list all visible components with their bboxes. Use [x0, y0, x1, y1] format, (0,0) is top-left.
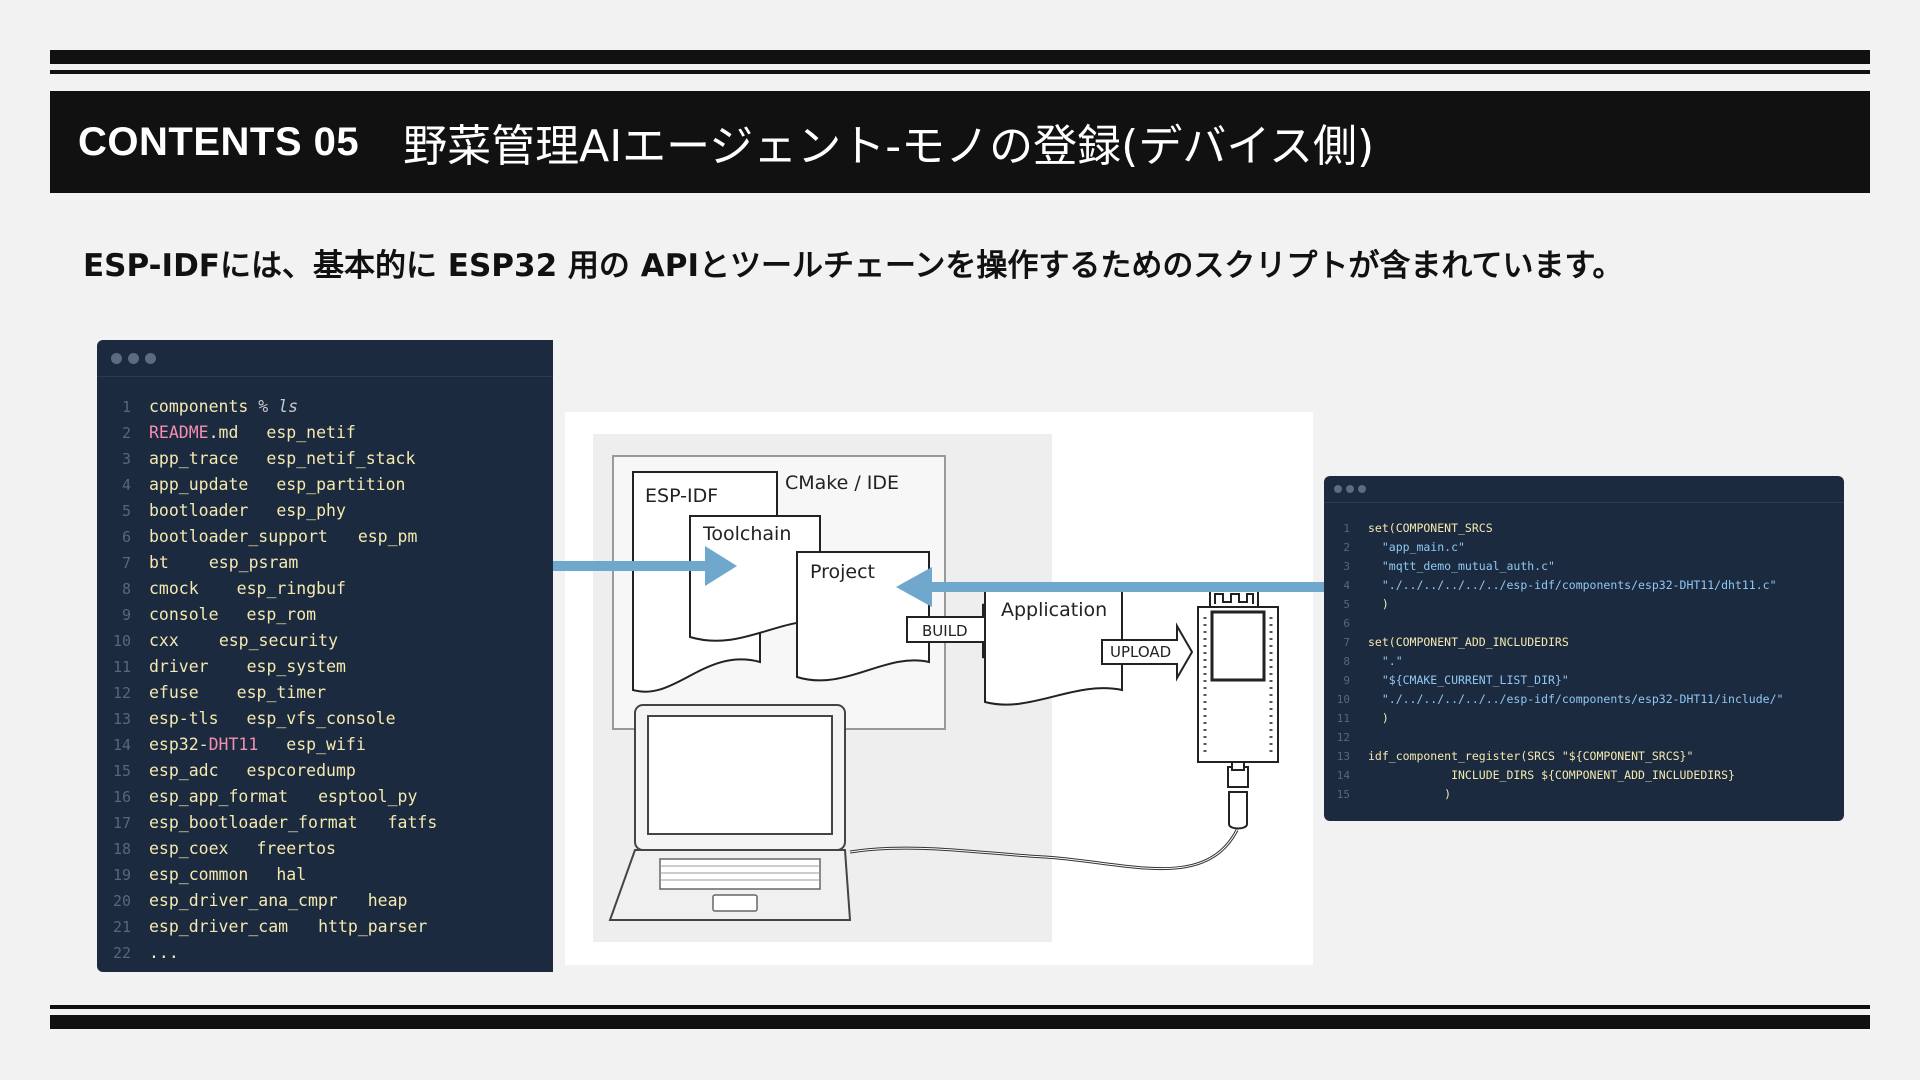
line-number: 9	[1343, 674, 1350, 687]
window-dot-icon	[1358, 485, 1366, 493]
code-text: set(COMPONENT_SRCS	[1368, 521, 1493, 535]
code-line: 7 set(COMPONENT_ADD_INCLUDEDIRS	[1324, 633, 1844, 652]
code-line: 5 )	[1324, 595, 1844, 614]
code-line: 3 "mqtt_demo_mutual_auth.c"	[1324, 557, 1844, 576]
code-text: "./../../../../../esp-idf/components/esp…	[1368, 692, 1784, 706]
line-number: 5	[1343, 598, 1350, 611]
code-text: )	[1368, 787, 1452, 801]
code-line: 8 "."	[1324, 652, 1844, 671]
line-number: 14	[1336, 769, 1350, 782]
line-number: 3	[1343, 560, 1350, 573]
code-line: 2 "app_main.c"	[1324, 538, 1844, 557]
code-line: 1 set(COMPONENT_SRCS	[1324, 519, 1844, 538]
code-text: )	[1368, 597, 1389, 611]
line-number: 8	[1343, 655, 1350, 668]
arrow-right-icon	[553, 546, 737, 586]
window-dot-icon	[1334, 485, 1342, 493]
code-line: 13 idf_component_register(SRCS "${COMPONE…	[1324, 747, 1844, 766]
code-text: "mqtt_demo_mutual_auth.c"	[1368, 559, 1555, 573]
line-number: 13	[1336, 750, 1350, 763]
line-number: 2	[1343, 541, 1350, 554]
line-number: 12	[1336, 731, 1350, 744]
code-panel: 1 set(COMPONENT_SRCS 2 "app_main.c" 3 "mqtt…	[1324, 476, 1844, 821]
line-number: 11	[1336, 712, 1350, 725]
code-line: 6	[1324, 614, 1844, 633]
line-number: 7	[1343, 636, 1350, 649]
code-text: "."	[1368, 654, 1403, 668]
code-text: set(COMPONENT_ADD_INCLUDEDIRS	[1368, 635, 1569, 649]
code-line: 4 "./../../../../../esp-idf/components/e…	[1324, 576, 1844, 595]
code-text: "app_main.c"	[1368, 540, 1465, 554]
code-text: "${CMAKE_CURRENT_LIST_DIR}"	[1368, 673, 1569, 687]
cmake-code: 1 set(COMPONENT_SRCS 2 "app_main.c" 3 "mqtt…	[1324, 503, 1844, 804]
line-number: 1	[1343, 522, 1350, 535]
code-text: )	[1368, 711, 1389, 725]
window-titlebar	[1324, 476, 1844, 503]
code-line: 14 INCLUDE_DIRS ${COMPONENT_ADD_INCLUDED…	[1324, 766, 1844, 785]
code-line: 15 )	[1324, 785, 1844, 804]
line-number: 4	[1343, 579, 1350, 592]
code-text: idf_component_register(SRCS "${COMPONENT…	[1368, 749, 1694, 763]
line-number: 10	[1336, 693, 1350, 706]
line-number: 6	[1343, 617, 1350, 630]
code-line: 11 )	[1324, 709, 1844, 728]
code-text: INCLUDE_DIRS ${COMPONENT_ADD_INCLUDEDIRS…	[1368, 768, 1735, 782]
code-line: 10 "./../../../../../esp-idf/components/…	[1324, 690, 1844, 709]
line-number: 15	[1336, 788, 1350, 801]
arrow-left-icon	[896, 567, 1324, 607]
window-dot-icon	[1346, 485, 1354, 493]
code-line: 12	[1324, 728, 1844, 747]
code-line: 9 "${CMAKE_CURRENT_LIST_DIR}"	[1324, 671, 1844, 690]
code-text: "./../../../../../esp-idf/components/esp…	[1368, 578, 1777, 592]
